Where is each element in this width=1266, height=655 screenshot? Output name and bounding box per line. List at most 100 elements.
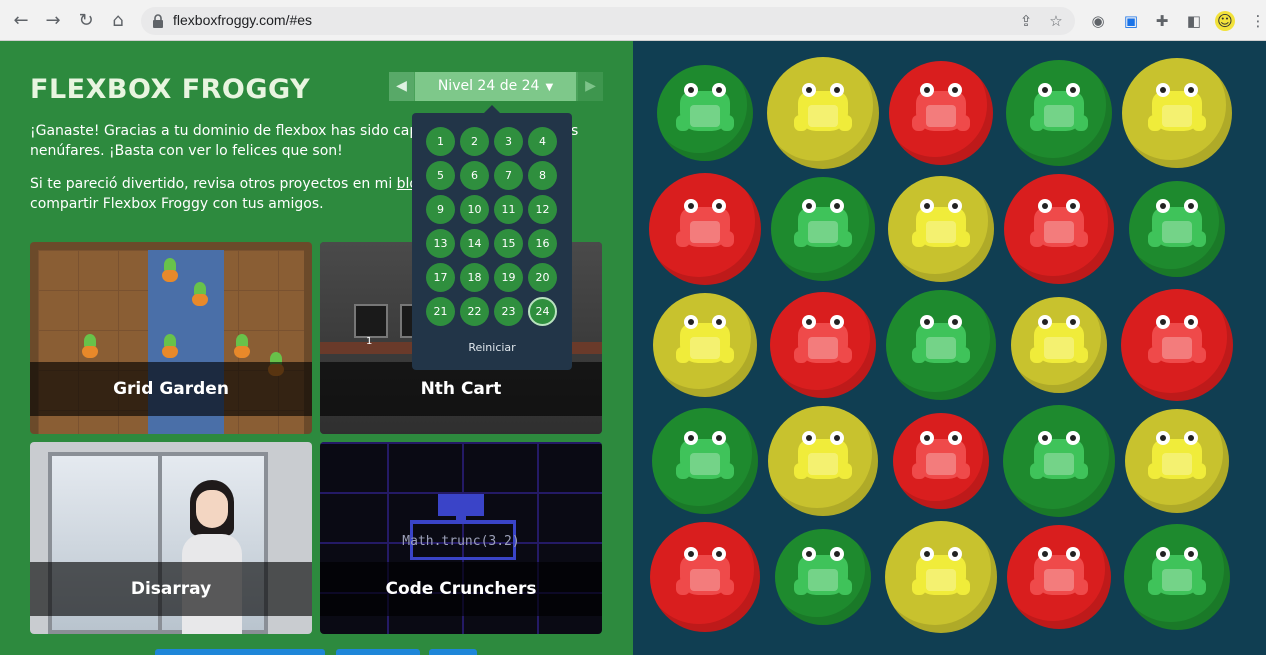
green-frog <box>794 197 852 251</box>
red-frog <box>794 313 852 367</box>
pond-board <box>633 41 1266 655</box>
home-icon[interactable]: ⌂ <box>107 10 129 32</box>
level-button-24[interactable]: 24 <box>528 297 557 326</box>
address-bar[interactable]: flexboxfroggy.com/#es ⇪ ☆ <box>141 7 1075 35</box>
red-frog <box>1030 197 1088 251</box>
share-message-line4: compartir Flexbox Froggy con tus amigos. <box>30 196 324 212</box>
red-frog <box>676 197 734 251</box>
profile-avatar[interactable]: ☺ <box>1215 11 1235 31</box>
level-button-14[interactable]: 14 <box>460 229 489 258</box>
level-button-11[interactable]: 11 <box>494 195 523 224</box>
project-title-disarray: Disarray <box>30 562 312 616</box>
project-title-code-crunchers: Code Crunchers <box>320 562 602 616</box>
win-message-line1: ¡Ganaste! Gracias a tu dominio de flexbo… <box>30 123 456 139</box>
carrot-icon <box>190 282 210 308</box>
puzzle-icon[interactable]: ✚ <box>1152 11 1172 31</box>
level-indicator[interactable]: Nivel 24 de 24 ▼ <box>415 72 576 101</box>
green-frog <box>912 313 970 367</box>
win-message-line2: nenúfares. ¡Basta con ver lo felices que… <box>30 143 343 159</box>
red-frog <box>912 429 970 483</box>
green-frog <box>676 429 734 483</box>
dropdown-pointer <box>484 105 500 113</box>
share-button-3[interactable] <box>429 649 477 655</box>
red-frog <box>676 545 734 599</box>
level-button-20[interactable]: 20 <box>528 263 557 292</box>
extension-badge-icon[interactable]: ▣ <box>1121 11 1141 31</box>
yellow-frog <box>1148 81 1206 135</box>
project-card-disarray[interactable]: Disarray <box>30 442 312 634</box>
sidepanel-icon[interactable]: ◧ <box>1184 11 1204 31</box>
game-title: FLEXBOX FROGGY <box>30 74 311 105</box>
level-button-5[interactable]: 5 <box>426 161 455 190</box>
camera-icon[interactable]: ◉ <box>1088 11 1108 31</box>
carrot-icon <box>232 334 252 360</box>
green-frog <box>1030 81 1088 135</box>
lock-icon <box>153 14 163 28</box>
level-dropdown: 1 2 3 4 5 6 7 8 9 10 11 12 13 14 15 16 17 18 19 20 21 22 23 24 … <box>412 105 572 370</box>
level-button-1[interactable]: 1 <box>426 127 455 156</box>
green-frog <box>676 81 734 135</box>
level-navigation: ◀ Nivel 24 de 24 ▼ ▶ <box>389 72 603 101</box>
green-frog <box>1148 545 1206 599</box>
back-icon[interactable]: ← <box>10 10 32 32</box>
red-frog <box>1148 313 1206 367</box>
prev-level-button[interactable]: ◀ <box>389 72 414 101</box>
carrot-icon <box>80 334 100 360</box>
level-button-7[interactable]: 7 <box>494 161 523 190</box>
level-button-21[interactable]: 21 <box>426 297 455 326</box>
project-card-code-crunchers[interactable]: Math.trunc(3.2) Code Crunchers <box>320 442 602 634</box>
cart-icon <box>354 304 388 338</box>
menu-kebab-icon[interactable]: ⋮ <box>1248 11 1266 31</box>
project-card-grid-garden[interactable]: Grid Garden <box>30 242 312 434</box>
reset-button[interactable]: Reiniciar <box>412 341 572 354</box>
share-button-2[interactable] <box>336 649 420 655</box>
level-button-22[interactable]: 22 <box>460 297 489 326</box>
carrot-icon <box>160 258 180 284</box>
share-message-text: Si te pareció divertido, revisa otros pr… <box>30 176 397 192</box>
caret-down-icon: ▼ <box>545 82 554 93</box>
green-frog <box>1148 197 1206 251</box>
level-button-23[interactable]: 23 <box>494 297 523 326</box>
level-button-3[interactable]: 3 <box>494 127 523 156</box>
red-frog <box>912 81 970 135</box>
yellow-frog <box>794 429 852 483</box>
level-button-19[interactable]: 19 <box>494 263 523 292</box>
red-frog <box>1030 545 1088 599</box>
level-button-12[interactable]: 12 <box>528 195 557 224</box>
instructions-panel: FLEXBOX FROGGY ◀ Nivel 24 de 24 ▼ ▶ ¡Gana… <box>0 41 633 655</box>
yellow-frog <box>676 313 734 367</box>
robot-icon <box>438 494 484 516</box>
bookmark-star-icon[interactable]: ☆ <box>1047 12 1065 30</box>
cc-code: Math.trunc(3.2) <box>402 534 520 549</box>
browser-toolbar: ← → ↻ ⌂ flexboxfroggy.com/#es ⇪ ☆ ◉ ▣ ✚ … <box>0 0 1266 41</box>
next-level-button[interactable]: ▶ <box>578 72 603 101</box>
carrot-icon <box>160 334 180 360</box>
share-icon[interactable]: ⇪ <box>1017 12 1035 30</box>
level-label: Nivel 24 de 24 <box>437 78 540 94</box>
level-button-2[interactable]: 2 <box>460 127 489 156</box>
yellow-frog <box>912 545 970 599</box>
level-button-9[interactable]: 9 <box>426 195 455 224</box>
project-title-grid-garden: Grid Garden <box>30 362 312 416</box>
cart-counter: 1 <box>366 336 373 347</box>
level-button-8[interactable]: 8 <box>528 161 557 190</box>
url-text: flexboxfroggy.com/#es <box>173 12 313 28</box>
level-button-6[interactable]: 6 <box>460 161 489 190</box>
forward-icon[interactable]: → <box>42 10 64 32</box>
win-message-line1-tail: s <box>571 123 579 139</box>
green-frog <box>794 545 852 599</box>
share-button-1[interactable] <box>155 649 325 655</box>
level-button-16[interactable]: 16 <box>528 229 557 258</box>
level-button-13[interactable]: 13 <box>426 229 455 258</box>
yellow-frog <box>1030 313 1088 367</box>
level-button-17[interactable]: 17 <box>426 263 455 292</box>
yellow-frog <box>1148 429 1206 483</box>
green-frog <box>1030 429 1088 483</box>
level-button-18[interactable]: 18 <box>460 263 489 292</box>
level-button-15[interactable]: 15 <box>494 229 523 258</box>
yellow-frog <box>794 81 852 135</box>
level-button-10[interactable]: 10 <box>460 195 489 224</box>
project-title-nth-cart: Nth Cart <box>320 362 602 416</box>
level-button-4[interactable]: 4 <box>528 127 557 156</box>
reload-icon[interactable]: ↻ <box>75 10 97 32</box>
